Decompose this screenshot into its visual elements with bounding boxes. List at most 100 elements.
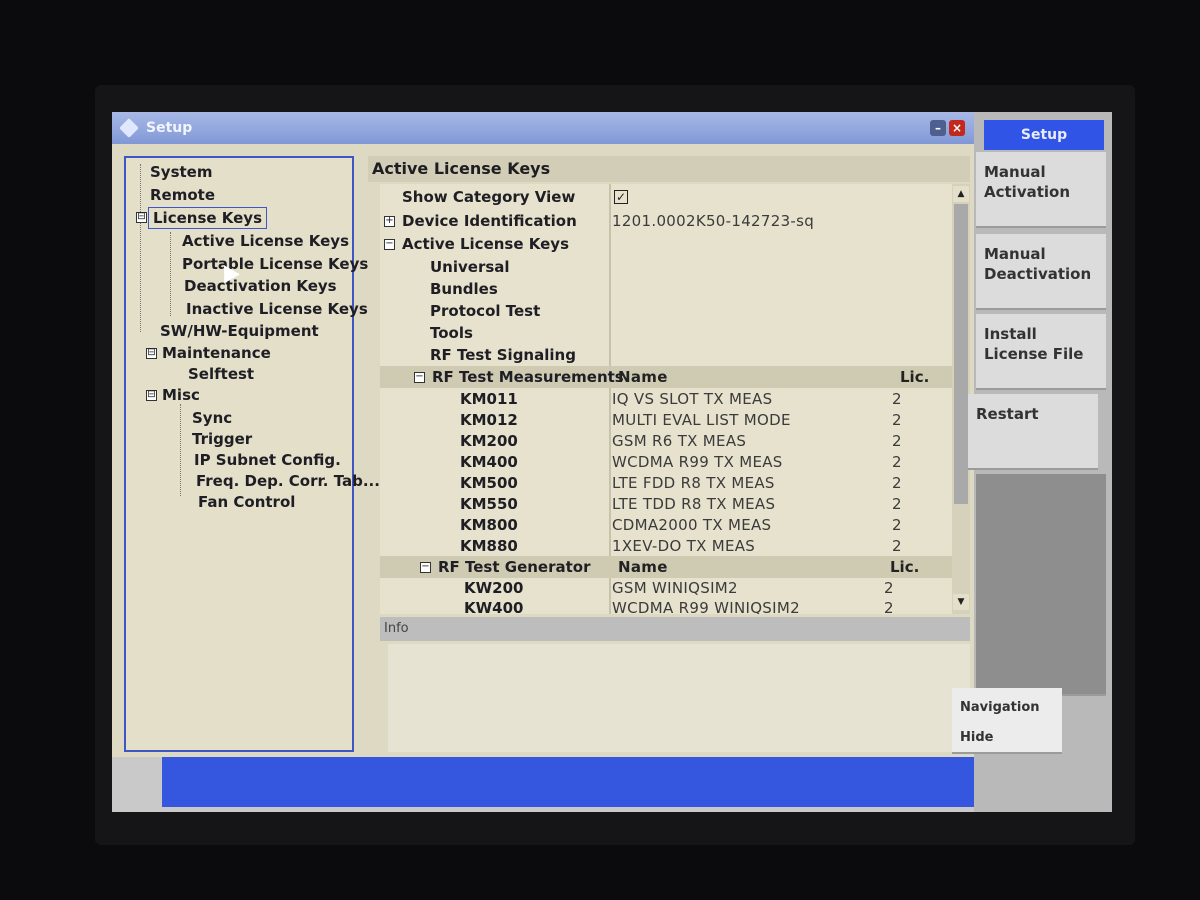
expand-icon[interactable]: + [384,216,395,227]
tree-item-ip-subnet-config[interactable]: IP Subnet Config. [194,450,341,470]
license-count: 2 [892,495,902,513]
license-key: KW400 [464,599,524,614]
tree-item-misc[interactable]: Misc [162,385,200,405]
license-key: KW200 [464,579,524,597]
row-device-identification[interactable]: + Device Identification 1201.0002K50-142… [380,210,952,232]
navigation-tree: System Remote ⊟ License Keys Active Lice… [124,156,380,752]
softkey-empty[interactable] [976,548,1106,624]
table-row[interactable]: KM800 CDMA2000 TX MEAS 2 [380,514,952,536]
tree-item-deactivation-keys[interactable]: Deactivation Keys [184,276,337,296]
scroll-down-icon[interactable]: ▼ [953,594,969,610]
tree-item-license-keys[interactable]: License Keys [148,207,268,229]
row-label: Active License Keys [402,235,569,253]
tree-item-selftest[interactable]: Selftest [188,364,254,384]
table-row[interactable]: KW400 WCDMA R99 WINIQSIM2 2 [380,597,952,614]
table-row[interactable]: KM400 WCDMA R99 TX MEAS 2 [380,451,952,473]
setup-window: Setup – × System Remote ⊟ License Keys A… [112,112,974,757]
tree-item-sw-hw-equipment[interactable]: SW/HW-Equipment [160,321,319,341]
category-label: Protocol Test [430,302,541,320]
license-name: LTE FDD R8 TX MEAS [612,474,775,492]
install-license-file-button[interactable]: Install License File [976,314,1106,390]
row-bundles[interactable]: Bundles [380,278,952,300]
collapse-icon[interactable]: − [384,239,395,250]
license-count: 2 [892,537,902,555]
license-key: KM500 [460,474,518,492]
tree-item-active-license-keys[interactable]: Active License Keys [182,231,349,251]
table-row[interactable]: KM012 MULTI EVAL LIST MODE 2 [380,409,952,431]
license-key: KM550 [460,495,518,513]
license-key: KM012 [460,411,518,429]
row-rf-test-generator[interactable]: − RF Test Generator Name Lic. [380,556,952,578]
row-universal[interactable]: Universal [380,256,952,278]
tree-item-inactive-license-keys[interactable]: Inactive License Keys [186,299,368,319]
name-column-header: Name [618,558,668,576]
manual-activation-button[interactable]: Manual Activation [976,152,1106,228]
collapse-icon[interactable]: − [414,372,425,383]
row-tools[interactable]: Tools [380,322,952,344]
lic-column-header: Lic. [900,368,930,386]
navigation-hide-button[interactable]: Navigation Hide [952,688,1062,754]
name-column-header: Name [618,368,668,386]
tree-item-trigger[interactable]: Trigger [192,429,252,449]
window-titlebar: Setup – × [112,112,974,144]
row-protocol-test[interactable]: Protocol Test [380,300,952,322]
panel-title: Active License Keys [368,156,970,182]
close-icon[interactable]: × [949,120,965,136]
table-row[interactable]: KW200 GSM WINIQSIM2 2 [380,577,952,599]
row-rf-test-signaling[interactable]: RF Test Signaling [380,344,952,366]
row-active-license-keys[interactable]: − Active License Keys [380,233,952,255]
softkey-empty[interactable] [976,620,1106,696]
table-row[interactable]: KM550 LTE TDD R8 TX MEAS 2 [380,493,952,515]
license-count: 2 [892,432,902,450]
license-name: IQ VS SLOT TX MEAS [612,390,773,408]
row-show-category-view[interactable]: Show Category View ✓ [380,186,952,208]
tree-item-freq-dep-corr-tab[interactable]: Freq. Dep. Corr. Tab... [196,471,380,491]
scroll-up-icon[interactable]: ▲ [953,186,969,202]
info-area [388,644,970,752]
manual-deactivation-button[interactable]: Manual Deactivation [976,234,1106,310]
license-key: KM880 [460,537,518,555]
row-rf-test-measurements[interactable]: − RF Test Measurements Name Lic. [380,366,952,388]
table-row[interactable]: KM500 LTE FDD R8 TX MEAS 2 [380,472,952,494]
table-row[interactable]: KM200 GSM R6 TX MEAS 2 [380,430,952,452]
info-header: Info [380,617,970,641]
softkey-panel: Setup Manual Activation Manual Deactivat… [952,112,1112,812]
license-name: GSM WINIQSIM2 [612,579,738,597]
window-title: Setup [146,120,193,136]
group-label: RF Test Measurements [432,368,624,386]
tree-item-portable-license-keys[interactable]: Portable License Keys [182,254,368,274]
license-count: 2 [892,474,902,492]
license-name: LTE TDD R8 TX MEAS [612,495,776,513]
license-key: KM800 [460,516,518,534]
category-label: Tools [430,324,473,342]
tree-item-remote[interactable]: Remote [150,185,215,205]
license-name: MULTI EVAL LIST MODE [612,411,791,429]
license-count: 2 [892,390,902,408]
tree-item-sync[interactable]: Sync [192,408,232,428]
collapse-icon[interactable]: ⊟ [146,348,157,359]
tree-connector [170,232,171,316]
show-category-checkbox[interactable]: ✓ [614,190,628,204]
collapse-icon[interactable]: ⊟ [146,390,157,401]
navigation-label: Navigation [960,700,1040,715]
tree-item-maintenance[interactable]: Maintenance [162,343,271,363]
license-name: WCDMA R99 WINIQSIM2 [612,599,800,614]
license-name: GSM R6 TX MEAS [612,432,747,450]
restart-button[interactable]: Restart [968,394,1098,470]
scrollbar-thumb[interactable] [954,204,968,504]
row-label: Show Category View [402,188,576,206]
tree-item-fan-control[interactable]: Fan Control [198,492,295,512]
license-name: CDMA2000 TX MEAS [612,516,772,534]
group-label: RF Test Generator [438,558,591,576]
tree-item-system[interactable]: System [150,162,212,182]
license-keys-table: Show Category View ✓ + Device Identifica… [380,184,952,614]
table-row[interactable]: KM880 1XEV-DO TX MEAS 2 [380,535,952,557]
collapse-icon[interactable]: ⊟ [136,212,147,223]
license-count: 2 [892,411,902,429]
softkey-empty[interactable] [976,474,1106,550]
license-key: KM400 [460,453,518,471]
collapse-icon[interactable]: − [420,562,431,573]
minimize-icon[interactable]: – [930,120,946,136]
table-row[interactable]: KM011 IQ VS SLOT TX MEAS 2 [380,388,952,410]
category-label: Universal [430,258,510,276]
